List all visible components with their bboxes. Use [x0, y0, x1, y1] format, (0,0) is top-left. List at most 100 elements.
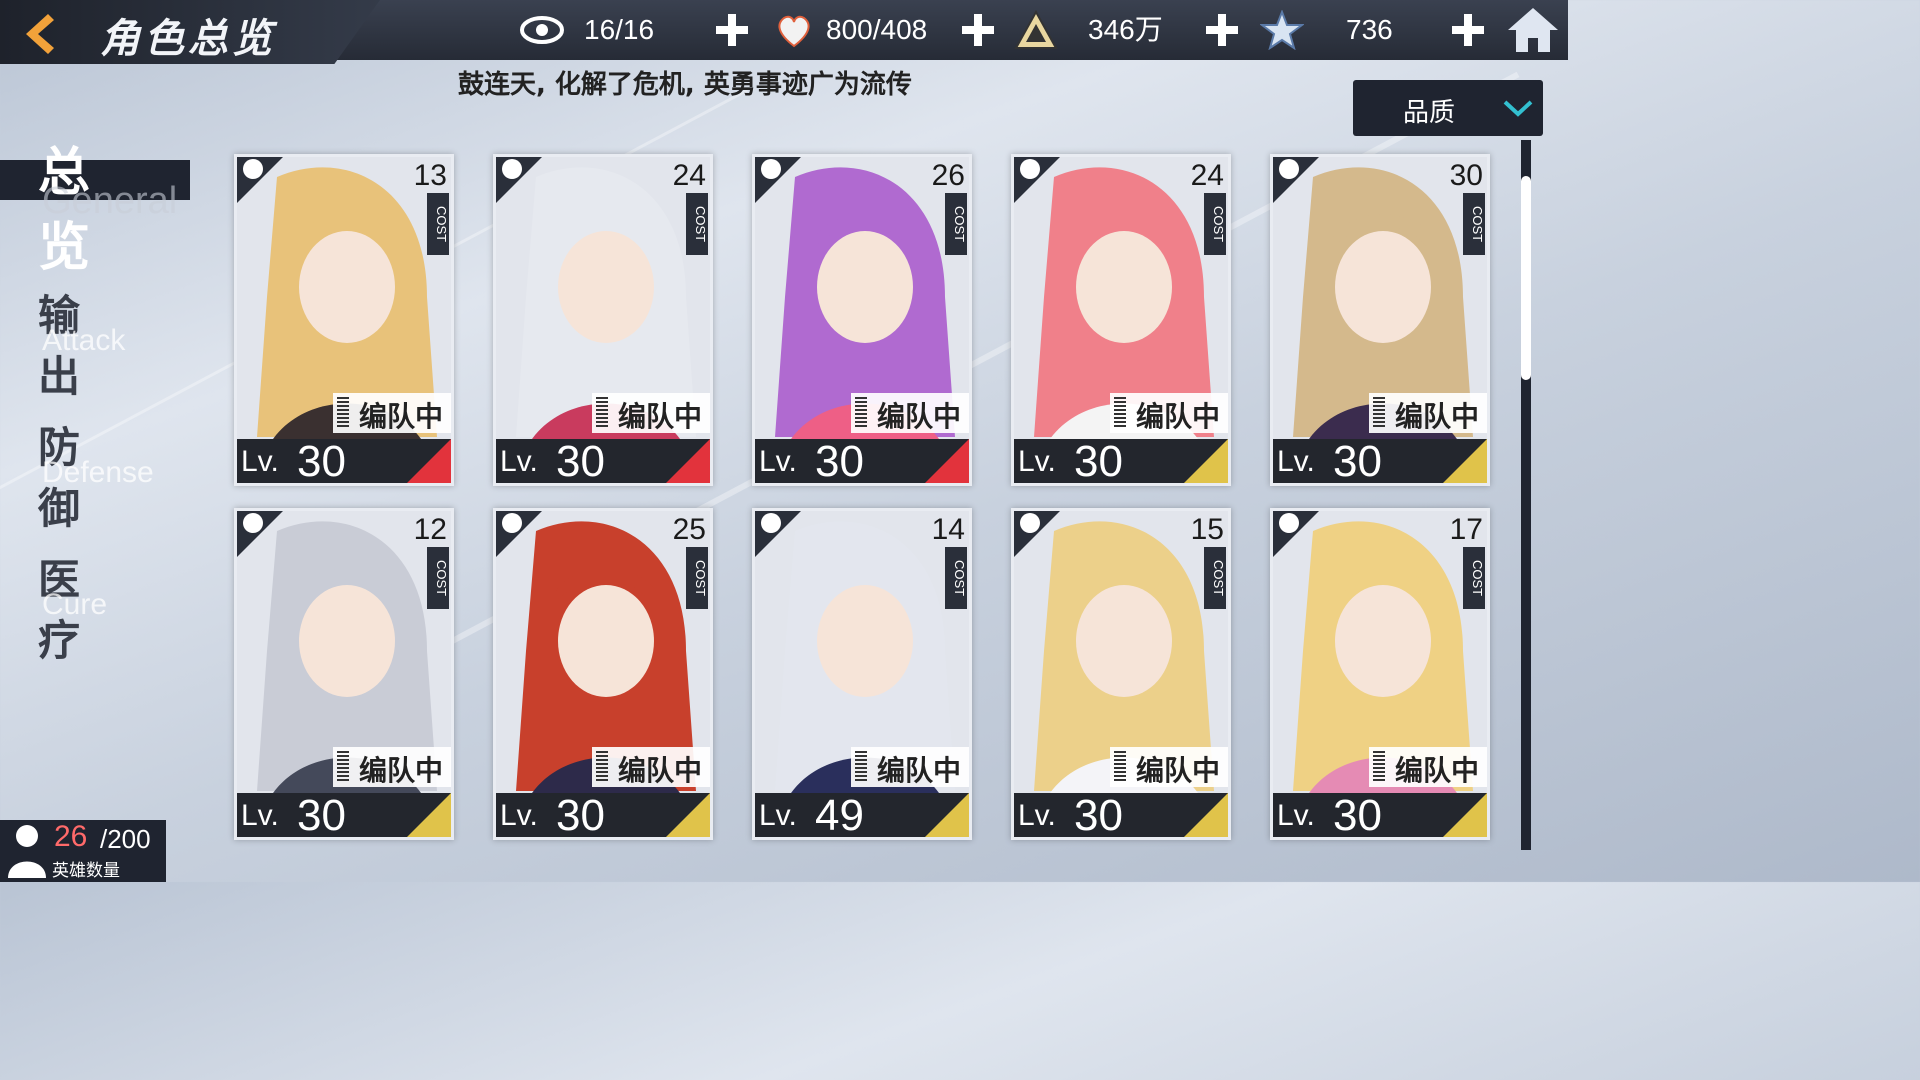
- person-icon: [8, 825, 46, 878]
- in-team-badge: 编队中: [1110, 747, 1228, 787]
- hero-level-bar: Lv. 30: [496, 437, 710, 486]
- level-prefix: Lv.: [500, 445, 538, 478]
- hero-card[interactable]: 12 COST 编队中 Lv. 30: [234, 508, 454, 840]
- hero-level-bar: Lv. 30: [1273, 791, 1487, 840]
- in-team-label: 编队中: [618, 754, 703, 787]
- hero-cost: 26: [931, 159, 965, 192]
- in-team-badge: 编队中: [851, 393, 969, 433]
- level-prefix: Lv.: [1277, 799, 1315, 832]
- rarity-corner: [925, 793, 969, 837]
- add-stamina-button[interactable]: [960, 12, 996, 48]
- chevron-down-icon: [1503, 100, 1533, 117]
- hero-level-bar: Lv. 30: [1273, 437, 1487, 486]
- pistol-icon: [496, 511, 542, 557]
- hero-card[interactable]: 24 COST 编队中 Lv. 30: [493, 154, 713, 486]
- in-team-label: 编队中: [1136, 400, 1221, 433]
- level-prefix: Lv.: [1018, 445, 1056, 478]
- hero-level: 30: [1333, 437, 1382, 486]
- rarity-corner: [407, 793, 451, 837]
- level-prefix: Lv.: [759, 445, 797, 478]
- hero-count-panel: 26 /200 英雄数量: [0, 820, 166, 882]
- back-button[interactable]: [10, 6, 70, 62]
- level-prefix: Lv.: [1018, 799, 1056, 832]
- rarity-corner: [1184, 439, 1228, 483]
- heart-hand-icon: [778, 15, 810, 48]
- level-prefix: Lv.: [759, 799, 797, 832]
- hero-card[interactable]: 14 COST 编队中 Lv. 49: [752, 508, 972, 840]
- hero-level: 49: [815, 791, 864, 840]
- hero-level: 30: [1333, 791, 1382, 840]
- level-prefix: Lv.: [241, 445, 279, 478]
- add-stars-button[interactable]: [1450, 12, 1486, 48]
- in-team-badge: 编队中: [851, 747, 969, 787]
- hero-level-bar: Lv. 30: [1014, 791, 1228, 840]
- hero-level-bar: Lv. 30: [496, 791, 710, 840]
- hero-card[interactable]: 17 COST 编队中 Lv. 30: [1270, 508, 1490, 840]
- in-team-badge: 编队中: [333, 393, 451, 433]
- hero-level: 30: [1074, 437, 1123, 486]
- demon-horns-icon: [496, 157, 542, 203]
- in-team-label: 编队中: [359, 400, 444, 433]
- hero-card[interactable]: 13 COST 编队中 Lv. 30: [234, 154, 454, 486]
- crown-sword-icon: [1014, 157, 1060, 203]
- hero-cost: 24: [1190, 159, 1224, 192]
- hero-cost: 30: [1449, 159, 1483, 192]
- sort-label: 品质: [1403, 98, 1456, 128]
- cost-label: COST: [686, 547, 708, 609]
- hero-level: 30: [1074, 791, 1123, 840]
- in-team-label: 编队中: [1395, 754, 1480, 787]
- star-icon: [1260, 10, 1304, 50]
- hero-level: 30: [297, 437, 346, 486]
- add-visibility-button[interactable]: [714, 12, 750, 48]
- hero-count-current: 26: [54, 820, 88, 853]
- hero-level: 30: [556, 791, 605, 840]
- nav-sublabel: General: [42, 180, 178, 222]
- cost-label: COST: [945, 193, 967, 255]
- in-team-badge: 编队中: [1369, 747, 1487, 787]
- level-prefix: Lv.: [500, 799, 538, 832]
- cost-label: COST: [686, 193, 708, 255]
- hero-card[interactable]: 26 COST 编队中 Lv. 30: [752, 154, 972, 486]
- sort-quality-dropdown[interactable]: 品质: [1353, 80, 1543, 136]
- hero-level: 30: [815, 437, 864, 486]
- hero-card[interactable]: 25 COST 编队中 Lv. 30: [493, 508, 713, 840]
- in-team-label: 编队中: [618, 400, 703, 433]
- rarity-corner: [1443, 439, 1487, 483]
- hero-count-max: /200: [100, 824, 151, 854]
- nav-sublabel: Defense: [42, 456, 154, 489]
- hero-card[interactable]: 30 COST 编队中 Lv. 30: [1270, 154, 1490, 486]
- rarity-corner: [1443, 793, 1487, 837]
- resource-value: 800/408: [826, 14, 928, 45]
- hero-card[interactable]: 15 COST 编队中 Lv. 30: [1011, 508, 1231, 840]
- flame-icon: [1273, 157, 1319, 203]
- pistol-icon: [755, 157, 801, 203]
- level-prefix: Lv.: [1277, 445, 1315, 478]
- hero-count-label: 英雄数量: [52, 861, 120, 881]
- hero-cost: 12: [413, 513, 447, 546]
- page-title: 角色总览: [100, 15, 276, 62]
- nav-sublabel: Attack: [42, 324, 126, 357]
- heart-wings-icon: [1273, 511, 1319, 557]
- in-team-badge: 编队中: [1369, 393, 1487, 433]
- hero-level: 30: [556, 437, 605, 486]
- cost-label: COST: [1204, 547, 1226, 609]
- scrollbar-thumb[interactable]: [1521, 176, 1531, 380]
- eye-icon: [520, 16, 564, 44]
- crossbow-icon: [755, 511, 801, 557]
- rarity-corner: [1184, 793, 1228, 837]
- hero-card[interactable]: 24 COST 编队中 Lv. 30: [1011, 154, 1231, 486]
- cost-label: COST: [1463, 547, 1485, 609]
- home-icon[interactable]: [1506, 4, 1560, 54]
- resource-value: 736: [1346, 14, 1393, 45]
- add-gold-button[interactable]: [1204, 12, 1240, 48]
- news-marquee: 鼓连天, 化解了危机, 英勇事迹广为流传: [458, 70, 912, 100]
- sword-icon: [237, 511, 283, 557]
- hero-cost: 13: [413, 159, 447, 192]
- hero-level-bar: Lv. 30: [1014, 437, 1228, 486]
- cost-label: COST: [427, 193, 449, 255]
- hero-level-bar: Lv. 49: [755, 791, 969, 840]
- cost-label: COST: [427, 547, 449, 609]
- pyramid-icon: [1014, 10, 1058, 49]
- hero-level: 30: [297, 791, 346, 840]
- dragon-icon: [237, 157, 283, 203]
